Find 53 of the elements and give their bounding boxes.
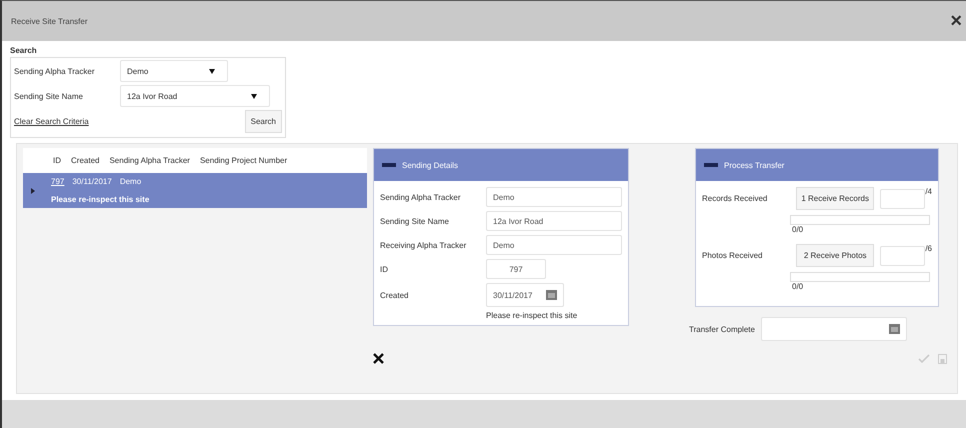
text-field[interactable]: 12a Ivor Road [486,211,622,231]
date-field[interactable]: 30/11/2017 [486,283,564,307]
count-field[interactable] [880,246,926,266]
field-label: ID [380,264,389,274]
clear-search-link[interactable]: Clear Search Criteria [14,117,89,126]
column-header: Sending Project Number [200,156,288,165]
close-icon[interactable] [373,353,384,364]
column-header: Created [71,156,100,165]
id-field[interactable]: 797 [486,259,546,279]
collapse-icon[interactable] [704,163,718,167]
progress-text: 0/0 [792,282,804,291]
field-label: Photos Received [702,251,764,260]
column-header: Sending Alpha Tracker [109,156,190,165]
id-link[interactable]: 797 [51,177,64,186]
receive-button[interactable]: 1 Receive Records [796,187,874,210]
count-total: /6 [925,244,932,253]
progress-text: 0/0 [792,225,804,234]
save-icon[interactable] [938,354,947,364]
row-note: Please re-inspect this site [51,195,150,204]
expand-icon [31,188,35,194]
search-heading: Search [10,46,37,55]
field-label: Transfer Complete [689,324,755,334]
table-cell: Demo [120,177,142,186]
table-cell: 30/11/2017 [72,177,112,186]
result-row[interactable]: 797 30/11/2017 Demo Please re-inspect this site [23,173,367,208]
caret-icon [251,94,257,98]
field-label: Sending Alpha Tracker [14,66,96,76]
search-button[interactable]: Search [244,110,282,133]
caret-icon [209,68,215,74]
check-icon[interactable] [918,354,930,363]
calendar-icon[interactable] [888,324,900,334]
field-label: Records Received [702,194,768,203]
window-title: Receive Site Transfer [11,16,88,26]
field-label: Sending Alpha Tracker [380,192,462,202]
close-button[interactable]: × [950,10,962,32]
text-field[interactable]: Demo [486,235,622,255]
field-label: Receiving Alpha Tracker [380,240,468,250]
field-label: Created [380,290,410,300]
receive-button[interactable]: 2 Receive Photos [796,244,874,267]
card-title: Process Transfer [724,160,784,170]
field-label: Sending Site Name [14,92,84,100]
text-field[interactable]: Demo [486,187,622,207]
site-note: Please re-inspect this site [486,311,578,320]
count-field[interactable] [880,188,926,208]
calendar-icon[interactable] [546,290,557,300]
date-field[interactable] [760,317,907,341]
dropdown[interactable]: Demo [120,60,228,82]
field-label: Sending Site Name [380,216,450,226]
dropdown[interactable]: 12a Ivor Road [120,85,270,107]
column-header: ID [53,156,61,165]
collapse-icon[interactable] [382,163,396,167]
count-total: /4 [925,187,932,196]
card-title: Sending Details [402,160,458,170]
